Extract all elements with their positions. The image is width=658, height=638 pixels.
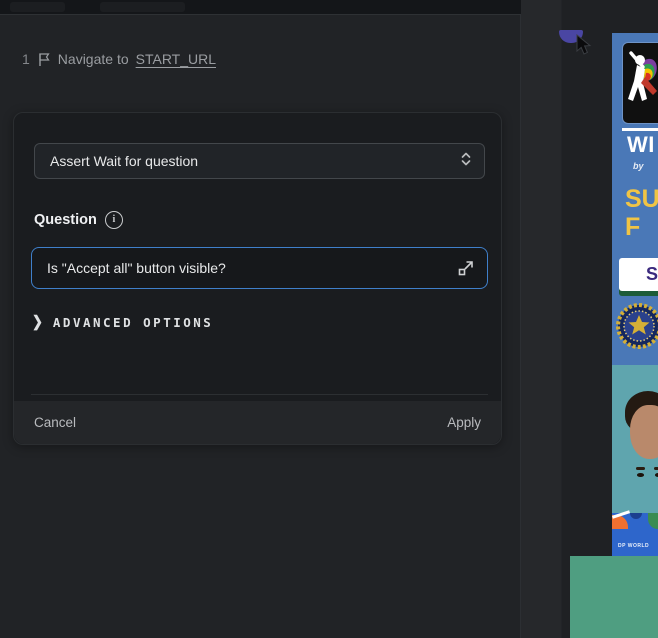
start-url-link[interactable]: START_URL: [136, 51, 216, 67]
step-number: 1: [22, 51, 30, 67]
signup-button[interactable]: S: [619, 258, 658, 291]
info-icon[interactable]: i: [105, 211, 123, 229]
jersey-collar: [630, 513, 642, 519]
assertion-type-value: Assert Wait for question: [50, 153, 198, 169]
step-row[interactable]: 1 Navigate to START_URL: [22, 51, 216, 67]
player-brow: [636, 467, 645, 470]
step-label: Navigate to: [58, 51, 129, 67]
app-screen: 1 Navigate to START_URL Assert Wait for …: [0, 0, 658, 638]
question-input-value: Is "Accept all" button visible?: [47, 260, 226, 276]
promo-text-line2: F: [625, 213, 640, 242]
bcci-emblem-icon: [615, 301, 658, 356]
banner-divider-line: [622, 128, 658, 131]
question-label: Question: [34, 212, 97, 228]
promo-banner: WI by SU F S: [612, 33, 658, 365]
webpage-preview[interactable]: WI by SU F S: [612, 33, 658, 638]
expand-icon[interactable]: [457, 259, 475, 277]
topbar-tab-shadow: [10, 2, 65, 12]
promo-text-line1: SU: [625, 185, 658, 214]
topbar-tab-shadow: [100, 2, 185, 12]
signup-button-label: S: [646, 264, 658, 285]
flag-icon: [37, 52, 51, 67]
player-brow: [654, 467, 658, 470]
jersey-stripe: [648, 513, 658, 529]
player-eye: [637, 473, 644, 477]
preview-area: WI by SU F S: [521, 0, 658, 638]
teal-overlay-block: [570, 556, 658, 638]
player-photo: DP WORLD: [612, 365, 658, 556]
assertion-type-select[interactable]: Assert Wait for question: [34, 143, 485, 179]
advanced-options-toggle[interactable]: ❯ ADVANCED OPTIONS: [32, 314, 213, 330]
cricket-worldcup-logo-icon: [622, 42, 658, 124]
card-divider: [31, 394, 488, 395]
chevron-up-down-icon: [460, 151, 472, 172]
steps-panel: 1 Navigate to START_URL Assert Wait for …: [0, 15, 521, 638]
cancel-button[interactable]: Cancel: [34, 415, 76, 430]
advanced-options-label: ADVANCED OPTIONS: [53, 315, 213, 330]
banner-title: WI: [627, 132, 655, 158]
card-footer: Cancel Apply: [14, 401, 501, 444]
assertion-editor-card: Assert Wait for question Question i Is "…: [13, 112, 502, 445]
chevron-right-icon: ❯: [32, 313, 43, 331]
question-input[interactable]: Is "Accept all" button visible?: [31, 247, 488, 289]
apply-button[interactable]: Apply: [447, 415, 481, 430]
cursor-icon: [573, 33, 595, 62]
player-face: [630, 405, 658, 459]
jersey-sponsor-text: DP WORLD: [618, 543, 649, 549]
banner-byline: by: [633, 161, 644, 171]
player-jersey: DP WORLD: [612, 513, 658, 556]
question-label-row: Question i: [34, 211, 123, 229]
